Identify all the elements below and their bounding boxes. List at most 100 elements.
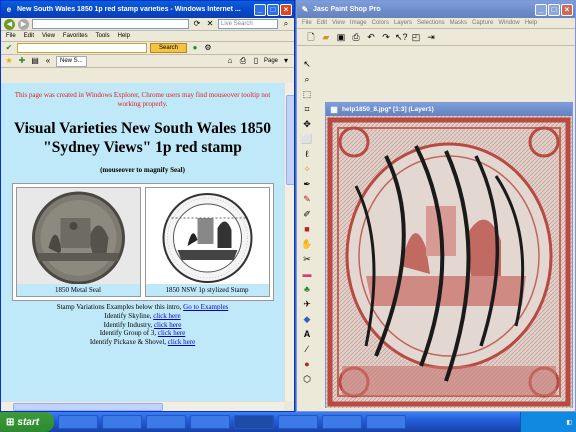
redo-icon[interactable]: ↷ xyxy=(380,31,392,43)
start-button[interactable]: ⊞ start xyxy=(0,412,54,432)
chevron-down-icon[interactable]: ▾ xyxy=(281,56,291,66)
psp-minimize-button[interactable]: _ xyxy=(535,3,547,16)
crop-tool-icon[interactable]: ⌗ xyxy=(301,103,314,115)
stamp-canvas[interactable] xyxy=(326,116,572,408)
address-bar[interactable] xyxy=(32,19,189,29)
menu-view[interactable]: View xyxy=(42,33,55,39)
lasso-tool-icon[interactable]: ℓ xyxy=(301,148,314,160)
minimize-button[interactable]: _ xyxy=(254,3,266,16)
taskbar-item[interactable] xyxy=(58,415,98,429)
forward-button[interactable]: ▶ xyxy=(18,18,29,30)
stylized-stamp-figure[interactable]: 1850 NSW 1p stylized Stamp xyxy=(144,187,270,297)
psp-menu-view[interactable]: View xyxy=(332,20,345,26)
toolbar-search-field[interactable] xyxy=(17,43,147,53)
arrow-tool-icon[interactable]: ↖ xyxy=(301,58,314,70)
undo-icon[interactable]: ↶ xyxy=(365,31,377,43)
scratch-remover-icon[interactable]: ✂ xyxy=(301,253,314,265)
maximize-button[interactable]: □ xyxy=(267,3,279,16)
psp-menu-edit[interactable]: Edit xyxy=(317,20,327,26)
psp-menu-file[interactable]: File xyxy=(302,20,312,26)
paintbrush-icon[interactable]: ✎ xyxy=(301,193,314,205)
addon-icon[interactable]: ● xyxy=(190,43,200,53)
psp-menu-window[interactable]: Window xyxy=(498,20,519,26)
scroll-thumb[interactable] xyxy=(286,95,294,185)
taskbar-item[interactable] xyxy=(278,415,318,429)
taskbar-item[interactable] xyxy=(366,415,406,429)
psp-menu-help[interactable]: Help xyxy=(525,20,537,26)
help-cursor-icon[interactable]: ↖? xyxy=(395,31,408,43)
airbrush-icon[interactable]: ✈ xyxy=(301,298,314,310)
menu-file[interactable]: File xyxy=(6,33,16,39)
arrange-icon[interactable]: ⇥ xyxy=(425,31,437,43)
psp-titlebar[interactable]: ✎ Jasc Paint Shop Pro _ □ × xyxy=(297,1,575,18)
flood-fill-icon[interactable]: ◆ xyxy=(301,313,314,325)
search-icon[interactable]: ⌕ xyxy=(281,19,291,29)
open-folder-icon[interactable]: ▰ xyxy=(320,31,332,43)
horizontal-scrollbar[interactable] xyxy=(1,401,284,411)
go-to-examples-link[interactable]: Go to Examples xyxy=(183,303,228,311)
taskbar-item[interactable] xyxy=(146,415,186,429)
deform-tool-icon[interactable]: ⬚ xyxy=(301,88,314,100)
ie-titlebar[interactable]: e New South Wales 1850 1p red stamp vari… xyxy=(1,1,294,18)
psp-menu-colors[interactable]: Colors xyxy=(372,20,389,26)
psp-menu-masks[interactable]: Masks xyxy=(450,20,467,26)
favorites-star-icon[interactable]: ★ xyxy=(4,56,14,66)
move-tool-icon[interactable]: ✥ xyxy=(301,118,314,130)
tab-list-icon[interactable]: ▤ xyxy=(30,56,40,66)
eraser-icon[interactable]: ▬ xyxy=(301,268,314,280)
fit-window-icon[interactable]: ◰ xyxy=(410,31,422,43)
save-icon[interactable]: ▣ xyxy=(335,31,347,43)
psp-menu-capture[interactable]: Capture xyxy=(472,20,493,26)
taskbar-item[interactable] xyxy=(234,415,274,429)
settings-icon[interactable]: ⚙ xyxy=(203,43,213,53)
image-titlebar[interactable]: ▦ help1850_8.jpg* [1:3] (Layer1) xyxy=(326,103,572,116)
draw-tool-icon[interactable]: ∕ xyxy=(301,343,314,355)
magic-wand-icon[interactable]: ✧ xyxy=(301,163,314,175)
picture-tube-icon[interactable]: ♣ xyxy=(301,283,314,295)
object-selector-icon[interactable]: ⬡ xyxy=(301,373,314,385)
home-icon[interactable]: ⌂ xyxy=(225,56,235,66)
taskbar-item[interactable] xyxy=(190,415,230,429)
taskbar-item[interactable] xyxy=(102,415,142,429)
page-icon[interactable]: ▯ xyxy=(251,56,261,66)
add-favorite-icon[interactable]: ✚ xyxy=(17,56,27,66)
psp-menu-layers[interactable]: Layers xyxy=(394,20,412,26)
retouch-icon[interactable]: ✋ xyxy=(301,238,314,250)
refresh-icon[interactable]: ⟳ xyxy=(192,19,202,29)
selection-tool-icon[interactable]: ⬜ xyxy=(301,133,314,145)
print-icon[interactable]: ⎙ xyxy=(350,31,362,43)
chevron-left-icon[interactable]: « xyxy=(43,56,53,66)
color-replacer-icon[interactable]: ■ xyxy=(301,223,314,235)
group-of-3-link[interactable]: click here xyxy=(158,329,185,337)
zoom-tool-icon[interactable]: ⌕ xyxy=(301,73,314,85)
tray-icon[interactable]: ◧ xyxy=(566,419,572,426)
metal-seal-figure[interactable]: 1850 Metal Seal xyxy=(15,187,141,297)
page-menu[interactable]: Page xyxy=(264,58,278,64)
taskbar-item[interactable] xyxy=(322,415,362,429)
pickaxe-shovel-link[interactable]: click here xyxy=(168,338,195,346)
tab-current[interactable]: New S... xyxy=(56,55,87,67)
menu-tools[interactable]: Tools xyxy=(96,33,110,39)
search-go-button[interactable]: Search xyxy=(150,43,188,53)
hscroll-thumb[interactable] xyxy=(13,403,163,411)
menu-help[interactable]: Help xyxy=(118,33,130,39)
menu-favorites[interactable]: Favorites xyxy=(63,33,88,39)
menu-edit[interactable]: Edit xyxy=(24,33,34,39)
skyline-link[interactable]: click here xyxy=(153,312,180,320)
stop-icon[interactable]: ✕ xyxy=(205,19,215,29)
psp-menu-selections[interactable]: Selections xyxy=(417,20,445,26)
text-tool-icon[interactable]: A xyxy=(301,328,314,340)
close-button[interactable]: × xyxy=(280,3,292,16)
print-icon[interactable]: ⎙ xyxy=(238,56,248,66)
psp-menu-image[interactable]: Image xyxy=(350,20,367,26)
eyedropper-icon[interactable]: ✒ xyxy=(301,178,314,190)
back-button[interactable]: ◀ xyxy=(4,18,15,30)
psp-maximize-button[interactable]: □ xyxy=(548,3,560,16)
preset-shapes-icon[interactable]: ● xyxy=(301,358,314,370)
industry-link[interactable]: click here xyxy=(154,321,181,329)
live-search-input[interactable]: Live Search xyxy=(218,19,278,29)
clone-brush-icon[interactable]: ✐ xyxy=(301,208,314,220)
checkmark-icon[interactable]: ✔ xyxy=(4,43,14,53)
psp-close-button[interactable]: × xyxy=(561,3,573,16)
vertical-scrollbar[interactable] xyxy=(284,83,294,401)
